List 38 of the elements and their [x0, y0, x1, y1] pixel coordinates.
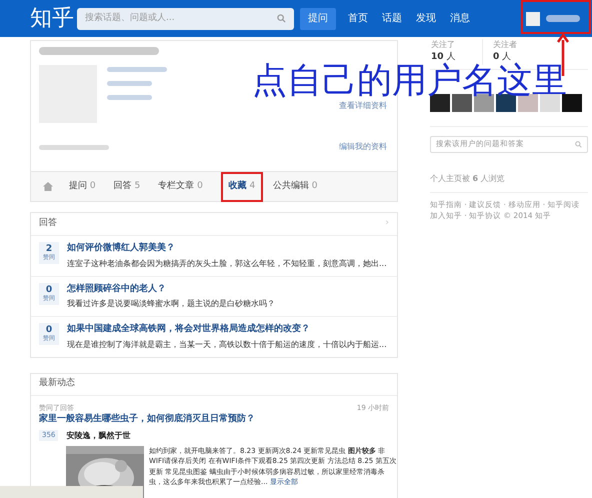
- topic-icon[interactable]: [540, 94, 560, 112]
- edit-profile-link[interactable]: 编辑我的资料: [339, 141, 387, 153]
- avatar[interactable]: [526, 12, 540, 26]
- author-name: 安陵逸，飘然于世: [66, 430, 130, 442]
- answer-excerpt: 我看过许多是说要喝淡蜂蜜水啊，题主说的是白砂糖水吗？: [67, 298, 275, 310]
- info-blurred: [107, 95, 152, 100]
- logo[interactable]: 知乎: [30, 8, 74, 30]
- question-link[interactable]: 家里一般容易生哪些虫子，如何彻底消灭且日常预防？: [31, 413, 397, 426]
- stats-blurred: [39, 144, 109, 150]
- question-link[interactable]: 如果中国建成全球高铁网，将会对世界格局造成怎样的改变？: [67, 323, 387, 336]
- question-link[interactable]: 如何评价微博红人郭美美？: [67, 242, 387, 256]
- answer-excerpt: 连室子这种老油条都会因为糖搞弄的灰头土脸，郭这么年轻，不知轻重，刻意高调，她出...: [67, 258, 387, 270]
- annotation-text: 点自己的用户名这里: [252, 64, 567, 99]
- profile-tab[interactable]: 专栏文章 0: [158, 180, 203, 194]
- info-blurred: [107, 81, 152, 86]
- search-icon: [575, 140, 582, 148]
- nav-link[interactable]: 发现: [416, 11, 436, 26]
- detail-link[interactable]: 查看详细资料: [339, 100, 387, 112]
- username-blurred[interactable]: [546, 15, 580, 22]
- highlight-box: [521, 0, 591, 34]
- answer-excerpt: 现在是谁控制了海洋就是霸主，当某一天，高铁以数十倍于船运的速度，十倍以内于船运...: [67, 338, 387, 350]
- ask-button[interactable]: 提问: [300, 8, 336, 30]
- info-blurred: [107, 67, 167, 72]
- profile-tab[interactable]: 回答 5: [114, 180, 140, 194]
- section-title: 回答: [39, 217, 57, 230]
- profile-tab[interactable]: 提问 0: [69, 180, 96, 194]
- profile-tab[interactable]: 公共编辑 0: [272, 180, 318, 194]
- topic-icon[interactable]: [562, 94, 582, 112]
- section-title: 最新动态: [39, 377, 75, 390]
- nav-link[interactable]: 话题: [382, 11, 402, 26]
- question-link[interactable]: 怎样照顾碎谷中的老人？: [67, 282, 275, 296]
- profile-tab[interactable]: 收藏 4: [220, 172, 263, 202]
- page-views: 个人主页被 6 人浏览: [430, 172, 588, 192]
- stat-label: 关注者: [493, 39, 518, 51]
- nav-link[interactable]: 首页: [348, 11, 368, 26]
- nav-link[interactable]: 消息: [450, 11, 470, 26]
- search-icon: [277, 14, 286, 23]
- stat-label: 关注了: [431, 39, 456, 51]
